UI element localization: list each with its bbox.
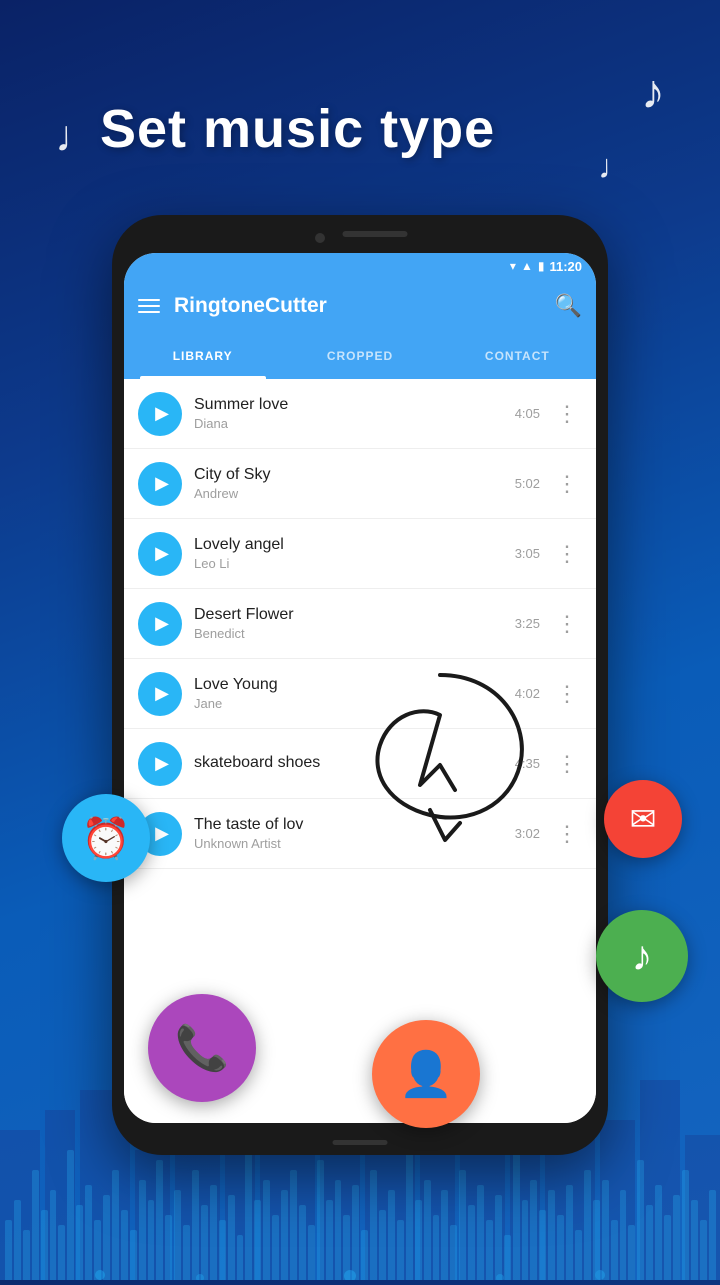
float-music-button[interactable]: ♪ <box>596 910 688 1002</box>
float-phone-button[interactable]: 📞 <box>148 994 256 1102</box>
play-icon: ▶ <box>155 683 169 704</box>
song-title: Love Young <box>194 676 503 694</box>
more-menu-button[interactable]: ⋮ <box>552 541 582 567</box>
float-mail-button[interactable]: ✉ <box>604 780 682 858</box>
more-menu-button[interactable]: ⋮ <box>552 681 582 707</box>
status-bar: ▾ ▲ ▮ 11:20 <box>124 253 596 279</box>
play-button[interactable]: ▶ <box>138 742 182 786</box>
song-title: The taste of lov <box>194 816 503 834</box>
song-duration: 3:05 <box>515 546 540 561</box>
more-menu-button[interactable]: ⋮ <box>552 751 582 777</box>
person-icon: 👤 <box>399 1048 454 1100</box>
song-info: City of Sky Andrew <box>194 466 503 501</box>
more-menu-button[interactable]: ⋮ <box>552 471 582 497</box>
page-title: Set music type <box>100 98 495 160</box>
play-icon: ▶ <box>155 823 169 844</box>
phone-screen: ▾ ▲ ▮ 11:20 RingtoneCutter 🔍 LIBRARY CRO… <box>124 253 596 1123</box>
float-contact-button[interactable]: 👤 <box>372 1020 480 1128</box>
song-title: Desert Flower <box>194 606 503 624</box>
phone-camera <box>315 233 325 243</box>
song-duration: 3:02 <box>515 826 540 841</box>
more-menu-button[interactable]: ⋮ <box>552 611 582 637</box>
song-title: City of Sky <box>194 466 503 484</box>
mail-icon: ✉ <box>630 800 657 838</box>
play-icon: ▶ <box>155 543 169 564</box>
song-artist: Jane <box>194 696 503 711</box>
song-title: Lovely angel <box>194 536 503 554</box>
music-note-left: ♩ <box>55 112 99 162</box>
play-icon: ▶ <box>155 473 169 494</box>
song-item: ▶ Desert Flower Benedict 3:25 ⋮ <box>124 589 596 659</box>
song-item: ▶ Love Young Jane 4:02 ⋮ <box>124 659 596 729</box>
tab-library[interactable]: LIBRARY <box>124 333 281 379</box>
more-menu-button[interactable]: ⋮ <box>552 401 582 427</box>
play-icon: ▶ <box>155 403 169 424</box>
wifi-icon: ▾ <box>510 259 516 273</box>
song-info: Desert Flower Benedict <box>194 606 503 641</box>
alarm-icon: ⏰ <box>81 815 131 862</box>
song-info: Summer love Diana <box>194 396 503 431</box>
song-info: skateboard shoes <box>194 754 503 774</box>
play-icon: ▶ <box>155 753 169 774</box>
play-button[interactable]: ▶ <box>138 392 182 436</box>
phone-speaker <box>343 231 408 237</box>
music-note-right-2: ♩ <box>598 148 632 187</box>
play-button[interactable]: ▶ <box>138 672 182 716</box>
song-title: skateboard shoes <box>194 754 503 772</box>
battery-icon: ▮ <box>538 259 545 273</box>
song-duration: 5:02 <box>515 476 540 491</box>
song-item: ▶ Summer love Diana 4:05 ⋮ <box>124 379 596 449</box>
song-info: The taste of lov Unknown Artist <box>194 816 503 851</box>
song-title: Summer love <box>194 396 503 414</box>
song-artist: Unknown Artist <box>194 836 503 851</box>
tab-contact[interactable]: CONTACT <box>439 333 596 379</box>
song-duration: 4:35 <box>515 756 540 771</box>
app-title: RingtoneCutter <box>174 294 541 318</box>
tab-cropped[interactable]: CROPPED <box>281 333 438 379</box>
song-item: ▶ City of Sky Andrew 5:02 ⋮ <box>124 449 596 519</box>
song-duration: 4:02 <box>515 686 540 701</box>
play-button[interactable]: ▶ <box>138 462 182 506</box>
song-info: Lovely angel Leo Li <box>194 536 503 571</box>
song-item: ▶ The taste of lov Unknown Artist 3:02 ⋮ <box>124 799 596 869</box>
song-artist: Andrew <box>194 486 503 501</box>
status-time: 11:20 <box>549 259 582 274</box>
phone-home-bar <box>333 1140 388 1145</box>
search-button[interactable]: 🔍 <box>555 293 582 319</box>
song-duration: 3:25 <box>515 616 540 631</box>
signal-icon: ▲ <box>521 259 533 273</box>
song-item: ▶ Lovely angel Leo Li 3:05 ⋮ <box>124 519 596 589</box>
tabs-container: LIBRARY CROPPED CONTACT <box>124 333 596 379</box>
phone-call-icon: 📞 <box>175 1022 230 1074</box>
song-artist: Diana <box>194 416 503 431</box>
song-artist: Benedict <box>194 626 503 641</box>
more-menu-button[interactable]: ⋮ <box>552 821 582 847</box>
music-note-icon: ♪ <box>632 932 653 980</box>
play-button[interactable]: ▶ <box>138 532 182 576</box>
music-note-right-1: ♪ <box>641 65 665 120</box>
song-artist: Leo Li <box>194 556 503 571</box>
menu-button[interactable] <box>138 299 160 313</box>
app-bar: RingtoneCutter 🔍 <box>124 279 596 333</box>
song-info: Love Young Jane <box>194 676 503 711</box>
song-duration: 4:05 <box>515 406 540 421</box>
float-alarm-button[interactable]: ⏰ <box>62 794 150 882</box>
play-icon: ▶ <box>155 613 169 634</box>
song-item: ▶ skateboard shoes 4:35 ⋮ <box>124 729 596 799</box>
play-button[interactable]: ▶ <box>138 602 182 646</box>
